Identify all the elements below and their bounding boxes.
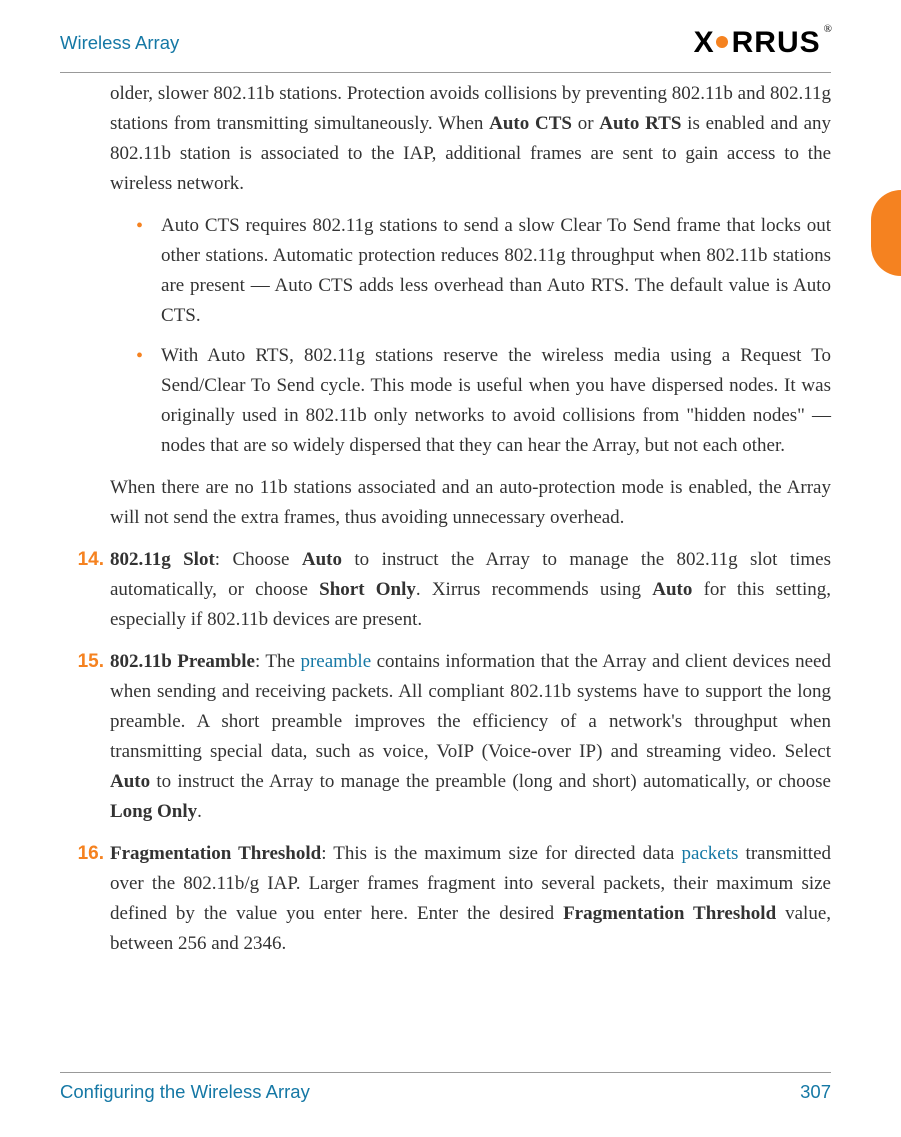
term-80211b-preamble: 802.11b Preamble xyxy=(110,651,255,672)
list-item-15: 15. 802.11b Preamble: The preamble conta… xyxy=(68,647,831,827)
text: : This is the maximum size for directed … xyxy=(321,843,681,864)
term-short-only: Short Only xyxy=(319,579,416,600)
page-content: older, slower 802.11b stations. Protecti… xyxy=(60,79,831,959)
bullet-item-auto-cts: • Auto CTS requires 802.11g stations to … xyxy=(110,211,831,331)
bullet-item-auto-rts: • With Auto RTS, 802.11g stations reserv… xyxy=(110,341,831,461)
list-item-14: 14. 802.11g Slot: Choose Auto to instruc… xyxy=(68,545,831,635)
link-preamble[interactable]: preamble xyxy=(300,651,371,672)
term-80211g-slot: 802.11g Slot xyxy=(110,549,215,570)
page-header: Wireless Array X RRUS ® xyxy=(60,26,831,60)
text: : The xyxy=(255,651,300,672)
logo-letter-x: X xyxy=(694,26,713,60)
footer-divider xyxy=(60,1072,831,1073)
term-long-only: Long Only xyxy=(110,801,197,822)
page-footer: Configuring the Wireless Array 307 xyxy=(60,1072,831,1103)
term-auto: Auto xyxy=(652,579,692,600)
text: or xyxy=(572,113,599,134)
section-tab-icon xyxy=(871,190,901,276)
item-number: 15. xyxy=(68,647,104,827)
term-auto: Auto xyxy=(110,771,150,792)
footer-section: Configuring the Wireless Array xyxy=(60,1081,310,1103)
after-bullets-paragraph: When there are no 11b stations associate… xyxy=(110,473,831,533)
term-auto-rts: Auto RTS xyxy=(599,113,681,134)
registered-icon: ® xyxy=(824,23,832,35)
link-packets[interactable]: packets xyxy=(681,843,738,864)
intro-paragraph: older, slower 802.11b stations. Protecti… xyxy=(110,79,831,199)
item-number: 14. xyxy=(68,545,104,635)
term-auto: Auto xyxy=(302,549,342,570)
list-item-16: 16. Fragmentation Threshold: This is the… xyxy=(68,839,831,959)
item-number: 16. xyxy=(68,839,104,959)
term-fragmentation-threshold: Fragmentation Threshold xyxy=(563,903,776,924)
xirrus-logo: X RRUS ® xyxy=(694,26,831,60)
bullet-icon: • xyxy=(136,211,143,331)
term-auto-cts: Auto CTS xyxy=(489,113,572,134)
item-text: Fragmentation Threshold: This is the max… xyxy=(110,839,831,959)
page-number: 307 xyxy=(800,1081,831,1103)
item-text: 802.11b Preamble: The preamble contains … xyxy=(110,647,831,827)
logo-rest: RRUS xyxy=(732,26,821,60)
bullet-text: With Auto RTS, 802.11g stations reserve … xyxy=(161,341,831,461)
bullet-list: • Auto CTS requires 802.11g stations to … xyxy=(110,211,831,461)
footer-row: Configuring the Wireless Array 307 xyxy=(60,1081,831,1103)
header-title: Wireless Array xyxy=(60,32,179,54)
text: to instruct the Array to manage the prea… xyxy=(150,771,831,792)
header-divider xyxy=(60,72,831,73)
text: : Choose xyxy=(215,549,302,570)
bullet-icon: • xyxy=(136,341,143,461)
bullet-text: Auto CTS requires 802.11g stations to se… xyxy=(161,211,831,331)
text: . Xirrus recommends using xyxy=(416,579,652,600)
term-fragmentation-threshold: Fragmentation Threshold xyxy=(110,843,321,864)
item-text: 802.11g Slot: Choose Auto to instruct th… xyxy=(110,545,831,635)
logo-dot-icon xyxy=(716,36,728,48)
text: . xyxy=(197,801,202,822)
